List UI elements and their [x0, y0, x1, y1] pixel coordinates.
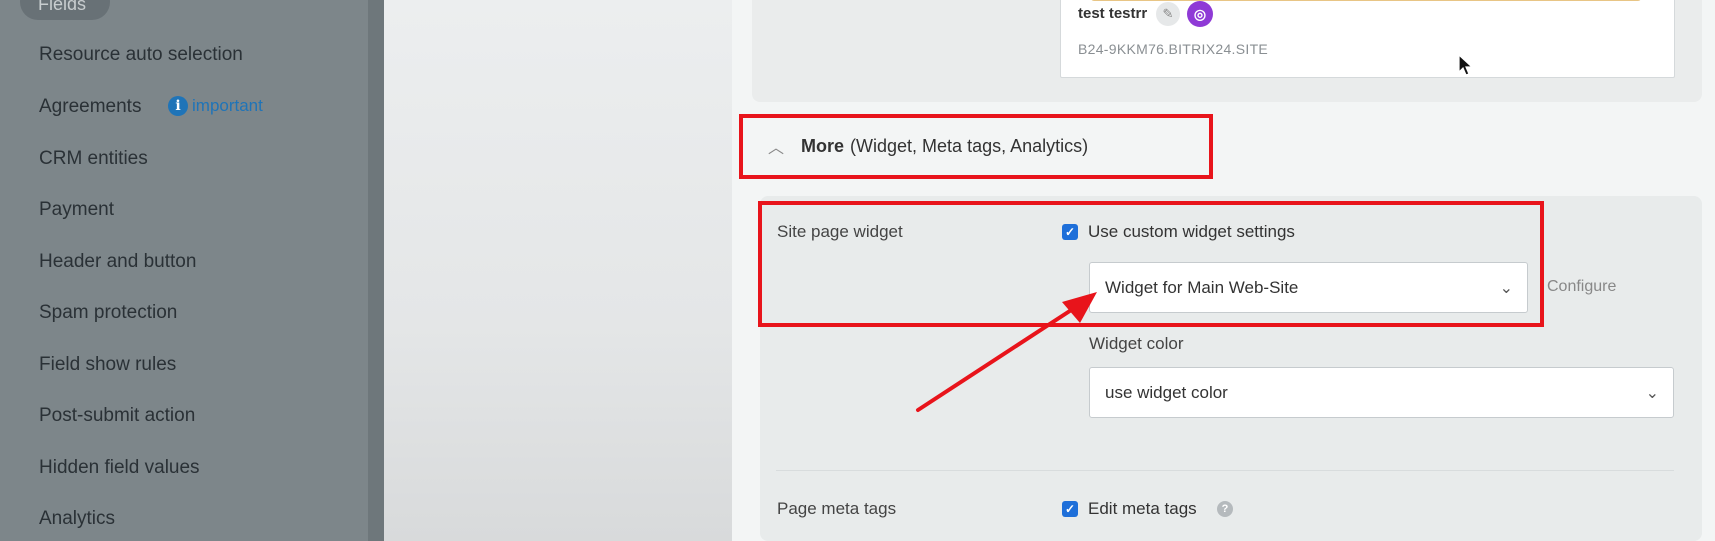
annotation-arrow: [916, 292, 1097, 412]
